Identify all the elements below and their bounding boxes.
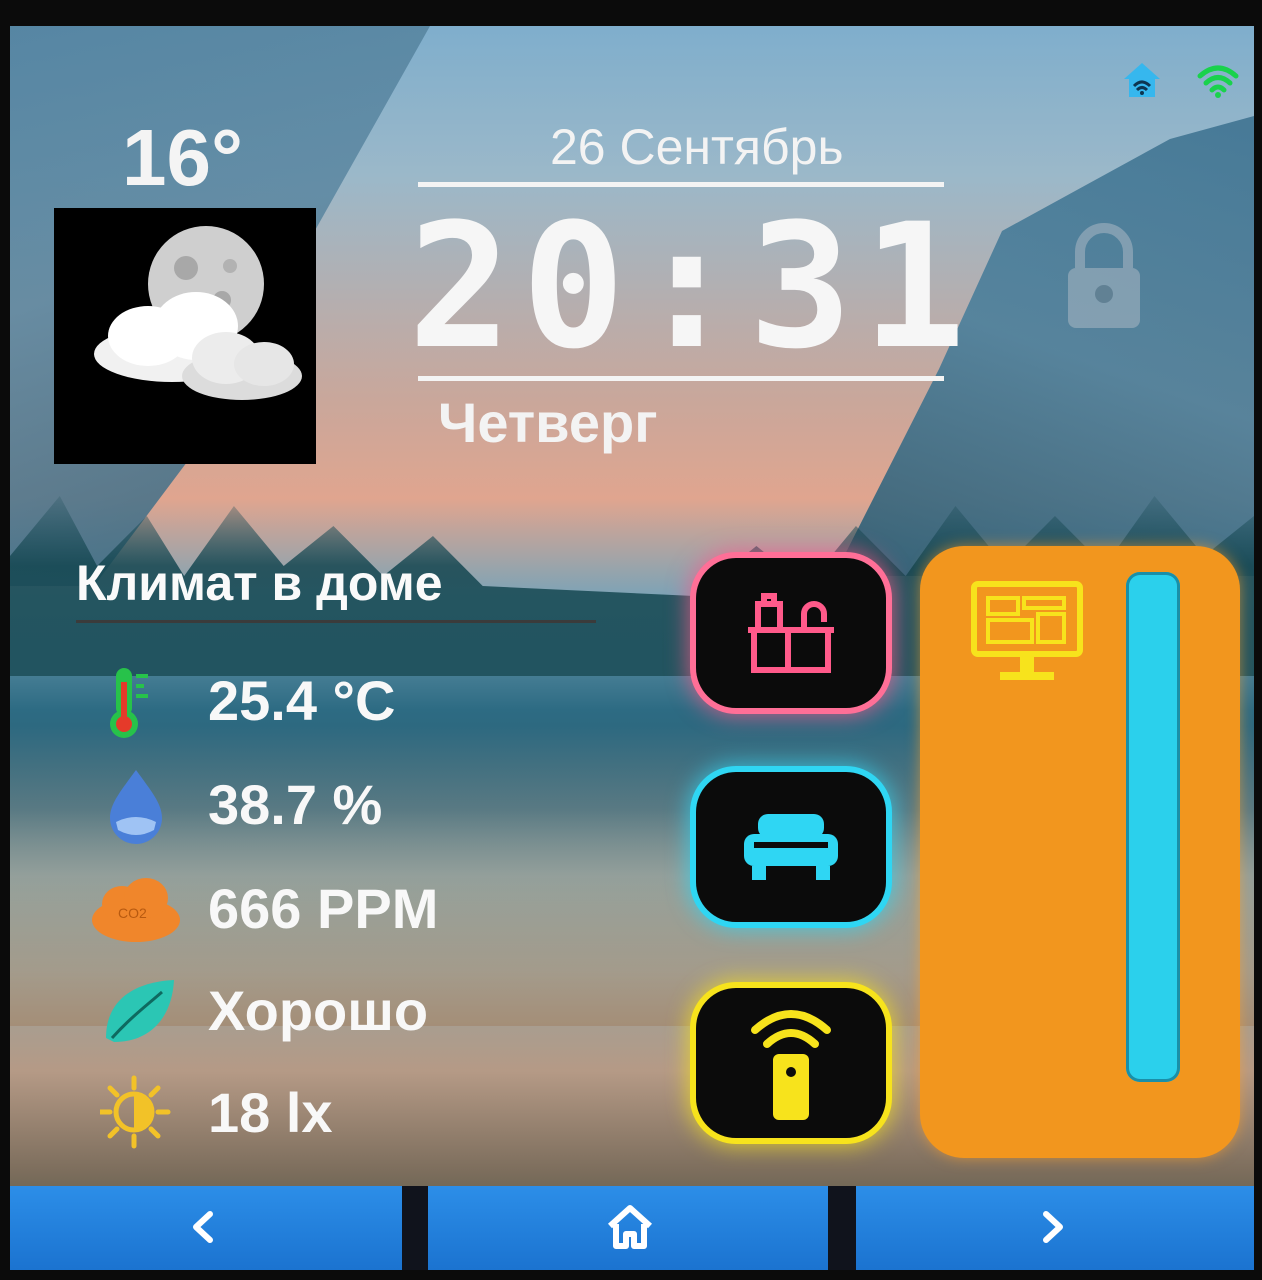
metric-air-quality: Хорошо bbox=[100, 972, 520, 1052]
metric-temperature: 25.4 °C bbox=[100, 662, 520, 742]
sofa-mode-button[interactable] bbox=[696, 772, 886, 922]
metric-humidity-value: 38.7 % bbox=[208, 773, 383, 836]
chevron-right-icon bbox=[1043, 1211, 1063, 1243]
metric-air-quality-value: Хорошо bbox=[208, 979, 429, 1042]
sofa-icon bbox=[744, 814, 838, 880]
bottom-navbar bbox=[10, 1186, 1254, 1270]
metric-humidity: 38.7 % bbox=[100, 766, 520, 846]
climate-title: Климат в доме bbox=[76, 555, 443, 611]
weekday-label: Четверг bbox=[438, 391, 658, 454]
clock-time: 20:31 bbox=[408, 186, 976, 387]
kitchen-mode-button[interactable] bbox=[696, 558, 886, 708]
remote-signal-icon bbox=[751, 1010, 831, 1120]
svg-text:CO2: CO2 bbox=[118, 905, 147, 921]
co2-cloud-icon: CO2 bbox=[88, 870, 184, 950]
humidity-drop-icon bbox=[100, 766, 180, 846]
wifi-icon bbox=[1196, 60, 1240, 100]
climate-divider bbox=[76, 620, 596, 623]
home-wifi-icon bbox=[1120, 60, 1164, 100]
device-frame: 16° 26 Сентябрь 20:31 Четверг Климат в д… bbox=[0, 0, 1262, 1280]
weather-tile[interactable] bbox=[54, 208, 316, 464]
lock-icon[interactable] bbox=[1062, 222, 1146, 332]
brightness-slider[interactable] bbox=[1126, 572, 1180, 1082]
kitchen-icon bbox=[748, 593, 834, 673]
thermometer-icon bbox=[100, 662, 180, 742]
metric-illuminance: 18 lx bbox=[97, 1074, 520, 1154]
home-button[interactable] bbox=[428, 1186, 828, 1270]
metric-co2: CO2 666 PPM bbox=[92, 870, 520, 950]
clock-bottom-divider bbox=[418, 376, 944, 381]
metric-co2-value: 666 PPM bbox=[208, 877, 439, 940]
home-icon bbox=[607, 1205, 653, 1249]
leaf-icon bbox=[100, 972, 180, 1052]
moon-cloud-icon bbox=[94, 226, 302, 400]
remote-mode-button[interactable] bbox=[696, 988, 886, 1138]
chevron-left-icon bbox=[193, 1211, 213, 1243]
date-label: 26 Сентябрь bbox=[550, 119, 844, 175]
next-page-button[interactable] bbox=[856, 1186, 1254, 1270]
prev-page-button[interactable] bbox=[10, 1186, 402, 1270]
metric-temperature-value: 25.4 °C bbox=[208, 669, 396, 732]
brightness-icon bbox=[97, 1074, 180, 1154]
metric-illuminance-value: 18 lx bbox=[208, 1081, 333, 1144]
outdoor-temperature: 16° bbox=[122, 113, 243, 202]
monitor-icon bbox=[968, 578, 1086, 688]
screen: 16° 26 Сентябрь 20:31 Четверг Климат в д… bbox=[10, 26, 1254, 1270]
